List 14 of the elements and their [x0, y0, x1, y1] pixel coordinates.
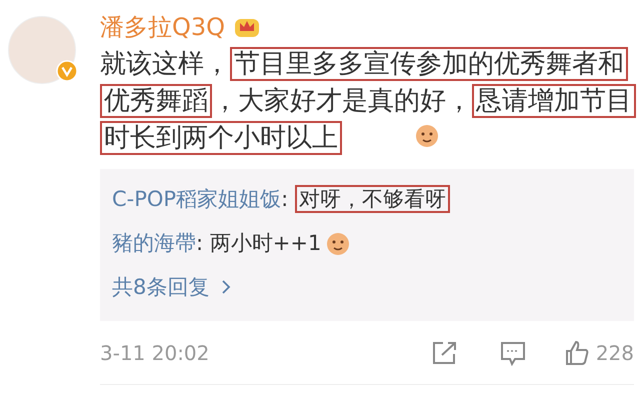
chevron-right-icon — [221, 279, 232, 295]
emoji-icon — [325, 230, 352, 256]
like-count: 228 — [596, 340, 634, 366]
comment-text: 就该这样，节目里多多宣传参加的优秀舞者和优秀舞蹈，大家好才是真的好，恳请增加节目时长到两个小时以上 — [100, 46, 634, 157]
share-icon[interactable] — [432, 340, 458, 364]
author-name[interactable]: 潘多拉Q3Q — [100, 15, 226, 39]
more-replies-link[interactable]: 共8条回复 — [112, 271, 210, 303]
comment-icon[interactable] — [500, 340, 526, 366]
reply-author[interactable]: 豬的海帶 — [112, 227, 196, 259]
reply-author[interactable]: C-POP稻家姐姐饭 — [112, 183, 282, 215]
timestamp: 3-11 20:02 — [100, 340, 210, 366]
thumbs-up-icon[interactable] — [564, 340, 590, 366]
reply-text: : 对呀，不够看呀 — [281, 183, 450, 215]
reply-text: : 两小时++1 — [196, 230, 322, 257]
